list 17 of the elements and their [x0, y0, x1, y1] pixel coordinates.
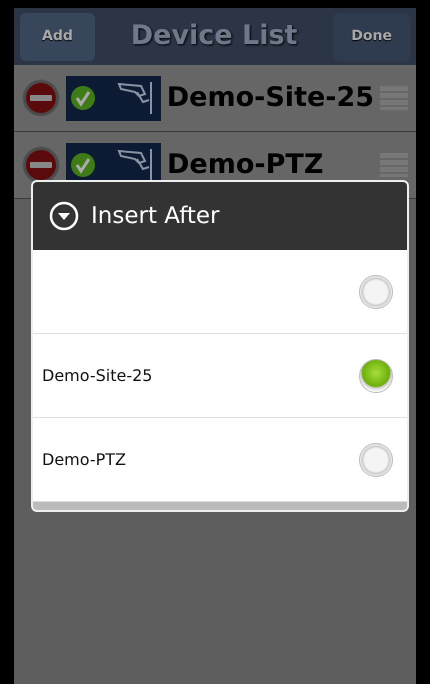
device-row[interactable]: Demo-Site-25	[14, 65, 416, 132]
dialog-title: Insert After	[91, 202, 220, 231]
device-name: Demo-Site-25	[166, 80, 374, 115]
device-name: Demo-PTZ	[167, 148, 324, 182]
radio-button[interactable]	[359, 274, 393, 308]
add-button[interactable]: Add	[20, 12, 95, 60]
option-label: Demo-PTZ	[42, 448, 126, 470]
remove-icon[interactable]	[22, 146, 60, 184]
check-icon	[70, 85, 96, 111]
option-label: Demo-Site-25	[42, 364, 152, 386]
done-button[interactable]: Done	[333, 12, 410, 60]
screen-title: Device List	[130, 19, 298, 54]
radio-button[interactable]	[359, 358, 393, 392]
option-row[interactable]: Demo-Site-25	[33, 334, 407, 418]
check-icon	[70, 152, 96, 178]
radio-button[interactable]	[359, 442, 393, 476]
dropdown-circle-icon	[49, 201, 79, 231]
